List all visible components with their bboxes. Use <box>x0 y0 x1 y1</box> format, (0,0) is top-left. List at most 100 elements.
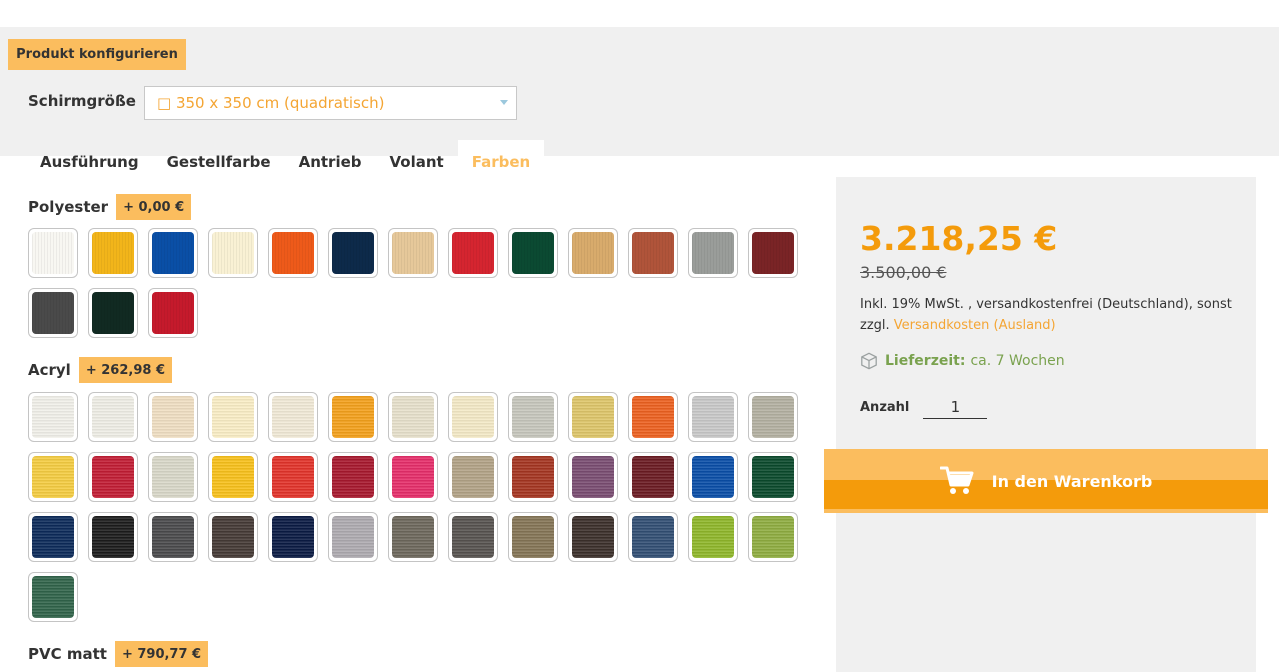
polyester-color-swatch[interactable] <box>88 228 138 278</box>
acryl-color-swatch[interactable] <box>628 512 678 562</box>
swatch-fill <box>392 456 434 498</box>
cart-icon <box>939 466 974 494</box>
pvc-group-name: PVC matt <box>28 645 107 663</box>
swatch-fill <box>452 456 494 498</box>
polyester-color-swatch[interactable] <box>268 228 318 278</box>
swatch-fill <box>332 456 374 498</box>
acryl-color-swatch[interactable] <box>28 452 78 502</box>
acryl-color-swatch[interactable] <box>28 512 78 562</box>
swatch-fill <box>452 396 494 438</box>
acryl-color-swatch[interactable] <box>28 572 78 622</box>
polyester-color-swatch[interactable] <box>328 228 378 278</box>
swatch-fill <box>692 396 734 438</box>
swatch-fill <box>212 516 254 558</box>
acryl-color-swatch[interactable] <box>568 452 618 502</box>
polyester-color-swatch[interactable] <box>28 288 78 338</box>
acryl-color-swatch[interactable] <box>688 392 738 442</box>
polyester-color-swatch[interactable] <box>148 228 198 278</box>
quantity-input[interactable] <box>923 395 988 419</box>
swatch-fill <box>212 396 254 438</box>
acryl-color-swatch[interactable] <box>568 512 618 562</box>
polyester-color-swatch[interactable] <box>448 228 498 278</box>
swatch-fill <box>332 396 374 438</box>
acryl-color-swatch[interactable] <box>388 452 438 502</box>
acryl-color-swatch[interactable] <box>328 392 378 442</box>
polyester-color-swatch[interactable] <box>88 288 138 338</box>
swatch-fill <box>332 516 374 558</box>
acryl-color-swatch[interactable] <box>208 392 258 442</box>
swatch-fill <box>392 396 434 438</box>
config-bar: Produkt konfigurieren Schirmgröße □ 350 … <box>0 27 1279 183</box>
acryl-color-swatch[interactable] <box>748 392 798 442</box>
swatch-fill <box>452 232 494 274</box>
acryl-color-swatch[interactable] <box>268 452 318 502</box>
acryl-color-swatch[interactable] <box>208 512 258 562</box>
acryl-color-swatch[interactable] <box>448 392 498 442</box>
tab-volant[interactable]: Volant <box>376 140 458 183</box>
tab-ausfuehrung[interactable]: Ausführung <box>26 140 153 183</box>
swatch-fill <box>692 232 734 274</box>
acryl-color-swatch[interactable] <box>88 392 138 442</box>
acryl-color-swatch[interactable] <box>28 392 78 442</box>
polyester-color-swatch[interactable] <box>208 228 258 278</box>
acryl-color-swatch[interactable] <box>268 512 318 562</box>
polyester-color-swatch[interactable] <box>568 228 618 278</box>
add-to-cart-button[interactable]: In den Warenkorb <box>824 449 1268 513</box>
swatch-fill <box>92 456 134 498</box>
swatch-fill <box>92 516 134 558</box>
swatch-fill <box>152 396 194 438</box>
acryl-color-swatch[interactable] <box>208 452 258 502</box>
acryl-color-swatch[interactable] <box>148 452 198 502</box>
swatch-fill <box>572 456 614 498</box>
acryl-color-swatch[interactable] <box>568 392 618 442</box>
shipping-costs-link[interactable]: Versandkosten (Ausland) <box>894 318 1056 333</box>
swatch-fill <box>272 232 314 274</box>
polyester-color-swatch[interactable] <box>748 228 798 278</box>
acryl-color-swatch[interactable] <box>328 512 378 562</box>
swatch-fill <box>572 232 614 274</box>
acryl-color-swatch[interactable] <box>148 512 198 562</box>
acryl-color-swatch[interactable] <box>688 512 738 562</box>
acryl-color-swatch[interactable] <box>508 452 558 502</box>
acryl-color-swatch[interactable] <box>328 452 378 502</box>
swatch-fill <box>92 232 134 274</box>
tab-antrieb[interactable]: Antrieb <box>285 140 376 183</box>
acryl-color-swatch[interactable] <box>688 452 738 502</box>
tab-bar: Ausführung Gestellfarbe Antrieb Volant F… <box>26 140 545 183</box>
swatch-fill <box>572 516 614 558</box>
current-price: 3.218,25 € <box>860 219 1058 258</box>
polyester-color-swatch[interactable] <box>688 228 738 278</box>
acryl-color-swatch[interactable] <box>448 512 498 562</box>
quantity-label: Anzahl <box>860 399 910 415</box>
tab-gestellfarbe[interactable]: Gestellfarbe <box>153 140 285 183</box>
swatch-fill <box>392 516 434 558</box>
polyester-color-swatch[interactable] <box>388 228 438 278</box>
swatch-fill <box>692 456 734 498</box>
acryl-color-swatch[interactable] <box>748 452 798 502</box>
polyester-color-swatch[interactable] <box>148 288 198 338</box>
swatch-fill <box>152 516 194 558</box>
acryl-color-swatch[interactable] <box>508 392 558 442</box>
tab-farben[interactable]: Farben <box>457 140 545 183</box>
acryl-color-swatch[interactable] <box>88 452 138 502</box>
polyester-color-swatch[interactable] <box>628 228 678 278</box>
acryl-color-swatch[interactable] <box>748 512 798 562</box>
acryl-color-swatch[interactable] <box>628 452 678 502</box>
acryl-color-swatch[interactable] <box>148 392 198 442</box>
swatch-fill <box>392 232 434 274</box>
acryl-color-swatch[interactable] <box>448 452 498 502</box>
polyester-color-swatch[interactable] <box>508 228 558 278</box>
acryl-color-swatch[interactable] <box>88 512 138 562</box>
acryl-header: Acryl + 262,98 € <box>28 357 172 383</box>
acryl-color-swatch[interactable] <box>508 512 558 562</box>
acryl-color-swatch[interactable] <box>388 392 438 442</box>
swatch-fill <box>272 396 314 438</box>
swatch-fill <box>32 292 74 334</box>
swatch-fill <box>512 456 554 498</box>
delivery-label: Lieferzeit: <box>885 353 966 369</box>
acryl-color-swatch[interactable] <box>628 392 678 442</box>
acryl-color-swatch[interactable] <box>388 512 438 562</box>
polyester-color-swatch[interactable] <box>28 228 78 278</box>
size-select[interactable]: □ 350 x 350 cm (quadratisch) <box>144 86 517 120</box>
acryl-color-swatch[interactable] <box>268 392 318 442</box>
